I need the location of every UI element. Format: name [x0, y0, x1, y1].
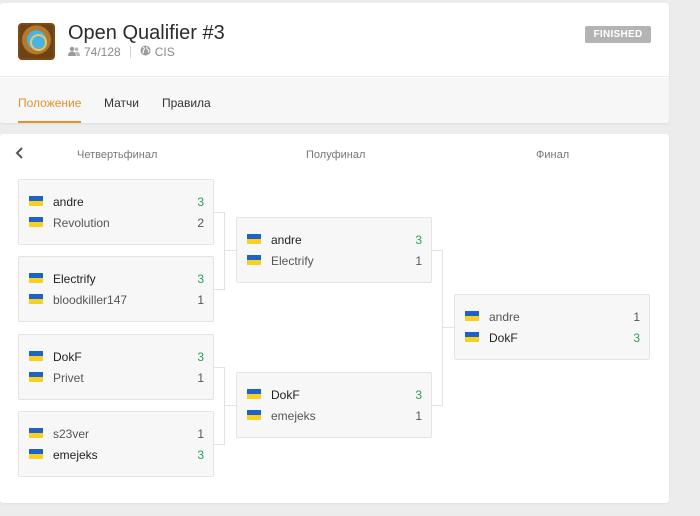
region-label: CIS [154, 45, 175, 59]
player-name: andre [271, 233, 302, 247]
player-score: 1 [415, 409, 422, 423]
participants-count: 74/128 [84, 45, 121, 59]
flag-ukraine-icon [29, 273, 43, 283]
match-player: Revolution 2 [19, 213, 213, 233]
match-player: DokF 3 [19, 347, 213, 367]
player-name: DokF [489, 331, 518, 345]
status-badge: FINISHED [585, 26, 651, 43]
page-title: Open Qualifier #3 [68, 22, 225, 44]
flag-ukraine-icon [29, 196, 43, 206]
flag-ukraine-icon [29, 428, 43, 438]
flag-ukraine-icon [247, 410, 261, 420]
bracket-connector [442, 250, 443, 406]
player-score: 3 [197, 272, 204, 286]
flag-ukraine-icon [247, 255, 261, 265]
match-player: Privet 1 [19, 368, 213, 388]
bracket-connector [224, 367, 225, 445]
match-card[interactable]: andre 1 DokF 3 [454, 294, 650, 360]
match-card[interactable]: DokF 3 emejeks 1 [236, 372, 432, 438]
match-player: Electrify 3 [19, 269, 213, 289]
player-score: 3 [415, 233, 422, 247]
tab-bar: Положение Матчи Правила [0, 78, 669, 123]
match-card[interactable]: DokF 3 Privet 1 [18, 334, 214, 400]
flag-ukraine-icon [29, 217, 43, 227]
match-card[interactable]: s23ver 1 emejeks 3 [18, 411, 214, 477]
meta-divider [129, 46, 131, 58]
player-score: 1 [633, 310, 640, 324]
round-label-quarterfinal: Четвертьфинал [77, 149, 158, 161]
bracket-panel: Четвертьфинал Полуфинал Финал andre 3 Rev… [0, 134, 669, 503]
player-name: s23ver [53, 427, 90, 441]
match-card[interactable]: andre 3 Revolution 2 [18, 179, 214, 245]
player-score: 3 [415, 388, 422, 402]
player-name: DokF [271, 388, 300, 402]
round-label-semifinal: Полуфинал [306, 149, 366, 161]
flag-ukraine-icon [29, 351, 43, 361]
tab-standings[interactable]: Положение [18, 96, 81, 110]
match-player: andre 3 [19, 192, 213, 212]
bracket-connector [224, 405, 236, 406]
match-player: DokF 3 [455, 328, 649, 348]
match-player: andre 3 [237, 230, 431, 250]
header-top: Open Qualifier #3 74/128 CIS FINISHED [0, 3, 669, 77]
flag-ukraine-icon [465, 311, 479, 321]
match-card[interactable]: Electrify 3 bloodkiller147 1 [18, 256, 214, 322]
player-score: 3 [197, 195, 204, 209]
bracket-connector [224, 250, 236, 251]
player-score: 3 [197, 350, 204, 364]
player-name: emejeks [271, 409, 316, 423]
hearthstone-logo-icon [18, 23, 55, 60]
player-score: 1 [197, 371, 204, 385]
player-score: 2 [197, 216, 204, 230]
player-name: bloodkiller147 [53, 293, 128, 307]
round-label-final: Финал [536, 149, 570, 161]
player-name: Electrify [53, 272, 96, 286]
match-player: bloodkiller147 1 [19, 290, 213, 310]
users-icon [68, 46, 80, 59]
tab-rules[interactable]: Правила [162, 96, 211, 110]
bracket-connector [442, 327, 454, 328]
player-score: 1 [415, 254, 422, 268]
match-player: emejeks 1 [237, 406, 431, 426]
tournament-header: Open Qualifier #3 74/128 CIS FINISHED По… [0, 3, 669, 123]
player-score: 3 [197, 448, 204, 462]
match-card[interactable]: andre 3 Electrify 1 [236, 217, 432, 283]
match-player: andre 1 [455, 307, 649, 327]
player-score: 1 [197, 427, 204, 441]
player-name: Revolution [53, 216, 110, 230]
bracket-connector [224, 212, 225, 290]
player-name: Electrify [271, 254, 314, 268]
flag-ukraine-icon [247, 234, 261, 244]
match-player: Electrify 1 [237, 251, 431, 271]
player-name: emejeks [53, 448, 98, 462]
player-name: DokF [53, 350, 82, 364]
flag-ukraine-icon [465, 332, 479, 342]
player-name: andre [489, 310, 520, 324]
player-name: Privet [53, 371, 84, 385]
player-score: 3 [633, 331, 640, 345]
player-name: andre [53, 195, 84, 209]
tournament-meta: 74/128 CIS [68, 45, 175, 59]
flag-ukraine-icon [29, 372, 43, 382]
tab-matches[interactable]: Матчи [104, 96, 139, 110]
flag-ukraine-icon [247, 389, 261, 399]
match-player: emejeks 3 [19, 445, 213, 465]
flag-ukraine-icon [29, 449, 43, 459]
chevron-left-icon[interactable] [14, 146, 26, 160]
globe-icon [140, 45, 151, 59]
player-score: 1 [197, 293, 204, 307]
active-tab-indicator [18, 121, 81, 123]
match-player: DokF 3 [237, 385, 431, 405]
match-player: s23ver 1 [19, 424, 213, 444]
flag-ukraine-icon [29, 294, 43, 304]
